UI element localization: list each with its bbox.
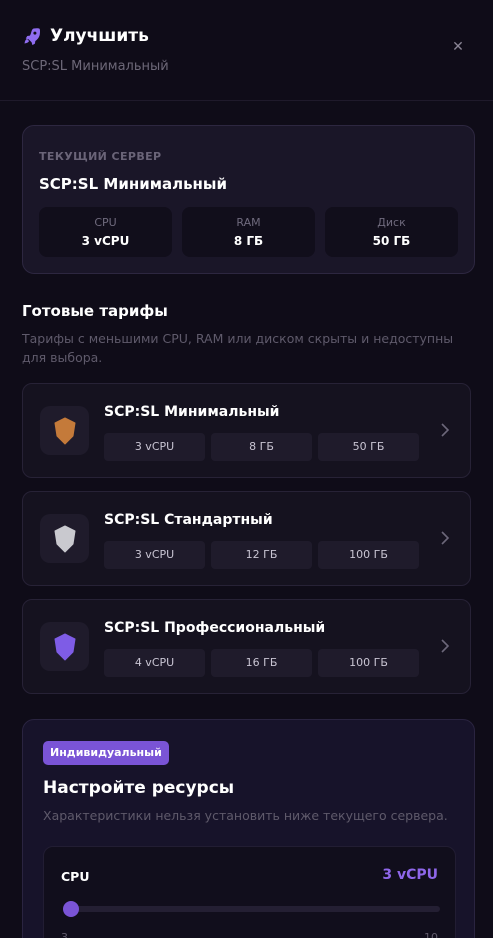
plan-ram-chip: 16 ГБ bbox=[211, 649, 312, 677]
plan-disk-chip: 100 ГБ bbox=[318, 541, 419, 569]
cpu-slider-value: 3 vCPU bbox=[382, 867, 438, 883]
cpu-slider-track[interactable] bbox=[63, 901, 440, 917]
shield-icon bbox=[54, 417, 75, 444]
title-row: Улучшить bbox=[22, 26, 149, 46]
plans-section-title: Готовые тарифы bbox=[22, 302, 168, 320]
current-server-card: ТЕКУЩИЙ СЕРВЕР SCP:SL Минимальный CPU 3 … bbox=[22, 125, 475, 274]
cpu-slider-label: CPU bbox=[61, 869, 90, 884]
stat-key: CPU bbox=[94, 216, 117, 229]
custom-description: Характеристики нельзя установить ниже те… bbox=[43, 808, 448, 823]
plan-cpu-chip: 3 vCPU bbox=[104, 541, 205, 569]
cpu-slider-min: 3 bbox=[61, 931, 68, 938]
shield-icon bbox=[54, 525, 75, 552]
stat-value: 3 vCPU bbox=[81, 234, 130, 248]
plan-name: SCP:SL Профессиональный bbox=[104, 620, 326, 636]
chevron-right-icon bbox=[441, 639, 450, 653]
plan-name: SCP:SL Минимальный bbox=[104, 404, 280, 420]
dialog-subtitle: SCP:SL Минимальный bbox=[22, 59, 169, 74]
stat-value: 8 ГБ bbox=[233, 234, 264, 248]
plan-card-standard[interactable]: SCP:SL Стандартный 3 vCPU 12 ГБ 100 ГБ bbox=[22, 491, 471, 586]
plan-icon-box bbox=[40, 514, 89, 563]
close-icon[interactable]: ✕ bbox=[449, 38, 467, 56]
cpu-slider-thumb[interactable] bbox=[63, 901, 79, 917]
dialog-title: Улучшить bbox=[50, 26, 149, 46]
plan-ram-chip: 8 ГБ bbox=[211, 433, 312, 461]
custom-title: Настройте ресурсы bbox=[43, 778, 235, 798]
plan-disk-chip: 100 ГБ bbox=[318, 649, 419, 677]
plans-section-description: Тарифы с меньшими CPU, RAM или диском ск… bbox=[22, 331, 454, 365]
plan-cpu-chip: 3 vCPU bbox=[104, 433, 205, 461]
plan-disk-chip: 50 ГБ bbox=[318, 433, 419, 461]
plan-name: SCP:SL Стандартный bbox=[104, 512, 273, 528]
custom-badge: Индивидуальный bbox=[43, 741, 169, 765]
cpu-slider-card: CPU 3 vCPU 3 10 bbox=[43, 846, 456, 938]
dialog-header: Улучшить SCP:SL Минимальный ✕ bbox=[0, 0, 493, 101]
plan-icon-box bbox=[40, 406, 89, 455]
current-server-label: ТЕКУЩИЙ СЕРВЕР bbox=[39, 150, 162, 163]
plan-card-professional[interactable]: SCP:SL Профессиональный 4 vCPU 16 ГБ 100… bbox=[22, 599, 471, 694]
stat-key: RAM bbox=[236, 216, 261, 229]
plan-cpu-chip: 4 vCPU bbox=[104, 649, 205, 677]
plan-ram-chip: 12 ГБ bbox=[211, 541, 312, 569]
plan-icon-box bbox=[40, 622, 89, 671]
cpu-slider-max: 10 bbox=[424, 931, 438, 938]
rocket-icon bbox=[22, 26, 42, 46]
current-ram-stat: RAM 8 ГБ bbox=[182, 207, 315, 257]
stat-key: Диск bbox=[377, 216, 406, 229]
current-cpu-stat: CPU 3 vCPU bbox=[39, 207, 172, 257]
current-server-name: SCP:SL Минимальный bbox=[39, 175, 227, 193]
plan-card-minimal[interactable]: SCP:SL Минимальный 3 vCPU 8 ГБ 50 ГБ bbox=[22, 383, 471, 478]
stat-value: 50 ГБ bbox=[372, 234, 411, 248]
custom-config-card: Индивидуальный Настройте ресурсы Характе… bbox=[22, 719, 475, 938]
shield-icon bbox=[54, 633, 75, 660]
chevron-right-icon bbox=[441, 423, 450, 437]
current-disk-stat: Диск 50 ГБ bbox=[325, 207, 458, 257]
chevron-right-icon bbox=[441, 531, 450, 545]
